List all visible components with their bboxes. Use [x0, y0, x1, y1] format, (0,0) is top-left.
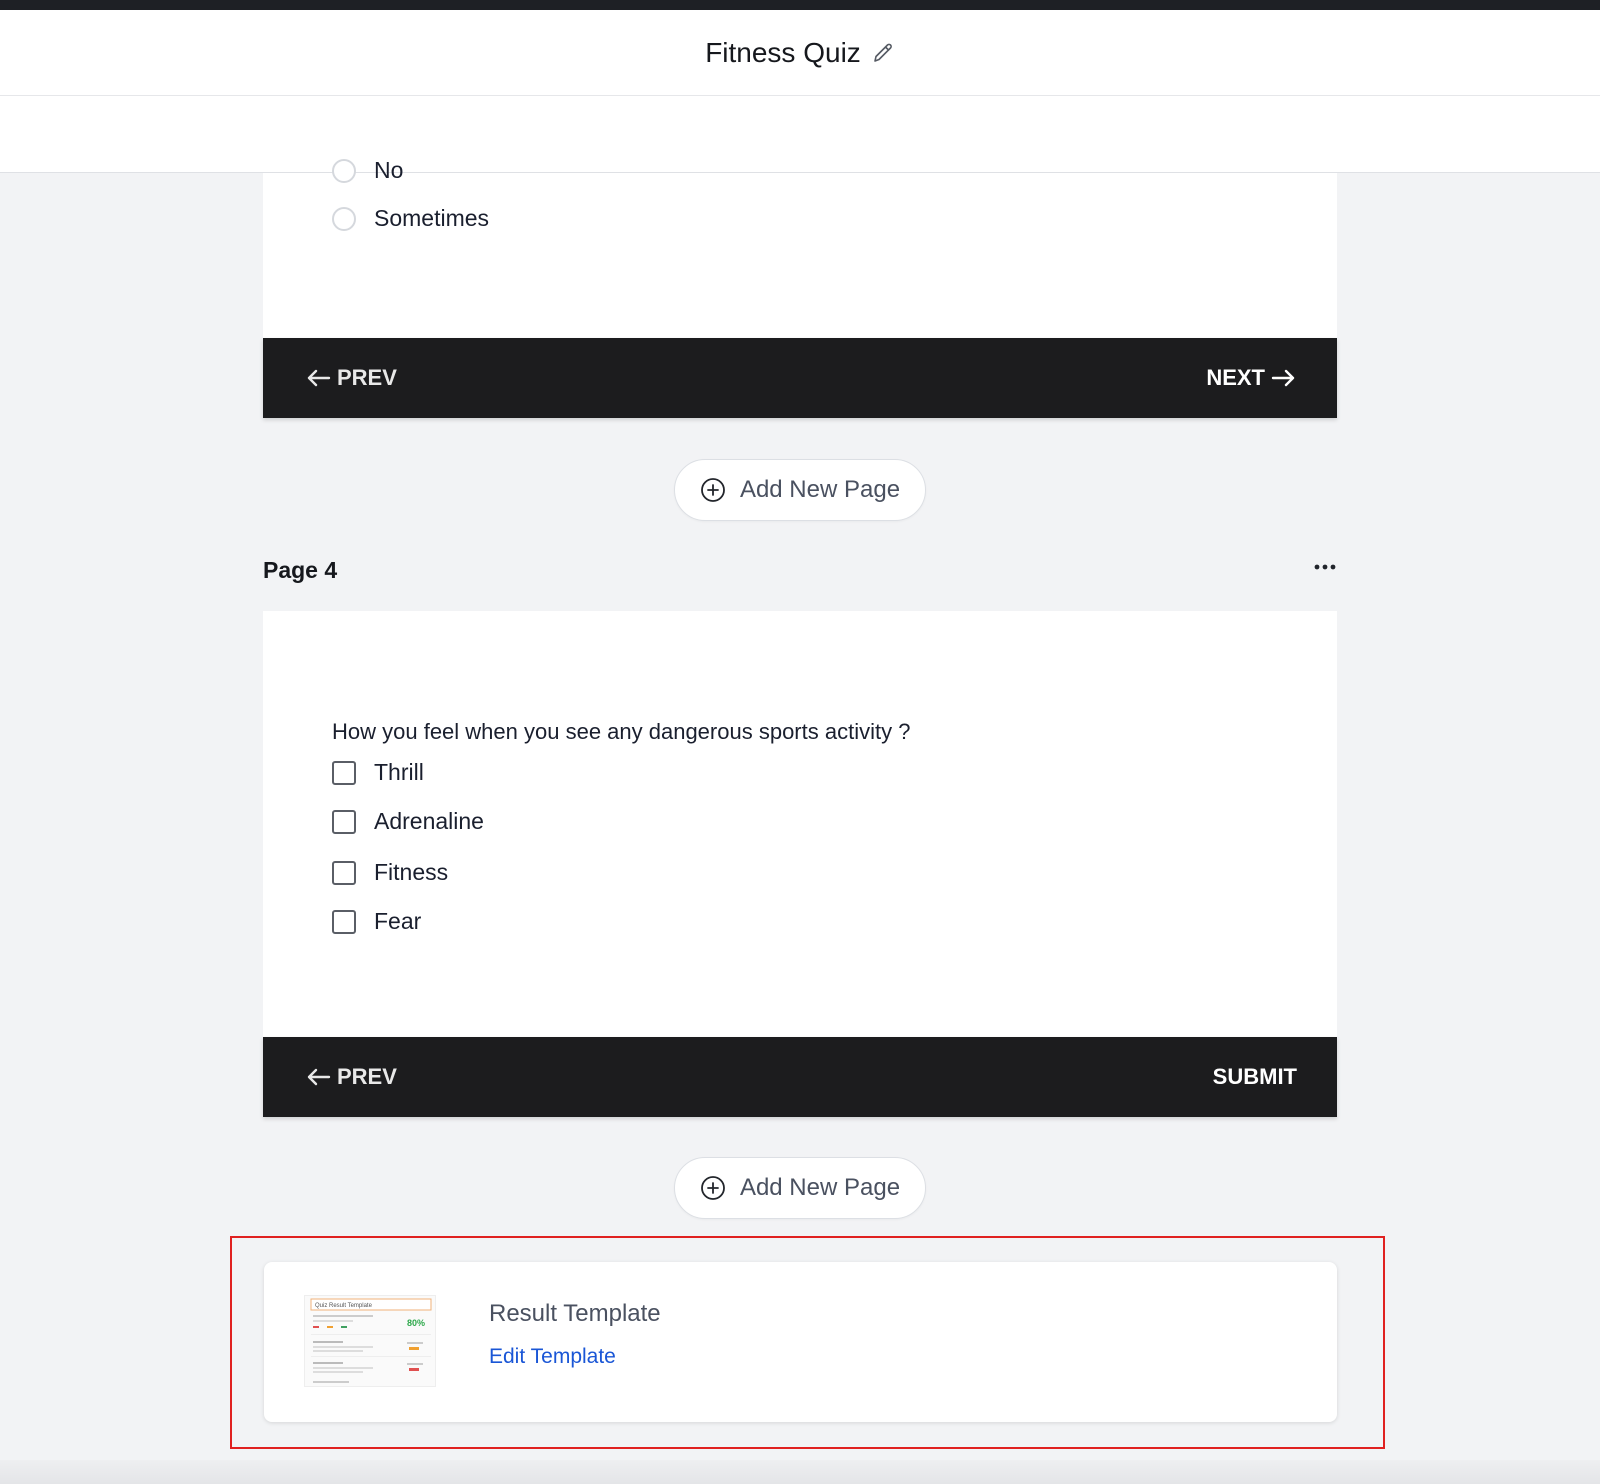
page3-card: No Sometimes — [263, 157, 1337, 338]
option-label: Thrill — [374, 759, 424, 785]
thumbnail-heading: Quiz Result Template — [315, 1303, 373, 1309]
quiz-title: Fitness Quiz — [705, 36, 861, 68]
option-sometimes[interactable]: Sometimes — [332, 205, 489, 232]
radio-button[interactable] — [332, 206, 356, 231]
toolbar-area — [0, 96, 1600, 173]
add-new-page-label: Add New Page — [739, 1174, 901, 1201]
more-horizontal-icon[interactable] — [1310, 560, 1340, 574]
arrow-left-icon — [307, 1068, 331, 1086]
option-fear[interactable]: Fear — [332, 908, 421, 935]
next-button[interactable]: NEXT — [1206, 365, 1297, 391]
radio-button[interactable] — [332, 158, 356, 183]
add-new-page-button[interactable]: Add New Page — [674, 1157, 926, 1219]
result-template-title: Result Template — [489, 1300, 661, 1327]
submit-label: SUBMIT — [1212, 1064, 1297, 1089]
option-label: Fear — [374, 908, 422, 934]
edit-template-link[interactable]: Edit Template — [489, 1345, 616, 1369]
plus-circle-icon — [701, 478, 725, 502]
thumbnail-score: 80% — [407, 1318, 425, 1328]
add-new-page-label: Add New Page — [739, 476, 901, 503]
arrow-right-icon — [1271, 369, 1295, 387]
option-fitness[interactable]: Fitness — [332, 859, 448, 886]
checkbox[interactable] — [332, 760, 356, 785]
prev-button[interactable]: PREV — [305, 1064, 397, 1090]
pencil-icon[interactable] — [871, 41, 895, 65]
prev-label: PREV — [337, 365, 397, 390]
result-template-thumbnail[interactable]: Quiz Result Template 80% — [304, 1295, 436, 1387]
option-label: Fitness — [374, 859, 449, 885]
app-header: Fitness Quiz — [0, 10, 1600, 96]
question-text: How you feel when you see any dangerous … — [332, 719, 911, 744]
result-template-card: Quiz Result Template 80% Result Template… — [264, 1262, 1337, 1422]
next-label: NEXT — [1206, 365, 1265, 390]
option-label: Sometimes — [374, 205, 490, 231]
page-4-label: Page 4 — [263, 557, 338, 583]
add-new-page-button[interactable]: Add New Page — [674, 459, 926, 521]
prev-label: PREV — [337, 1064, 397, 1089]
checkbox[interactable] — [332, 909, 356, 934]
arrow-left-icon — [307, 369, 331, 387]
page4-nav-bar: PREV SUBMIT — [263, 1037, 1337, 1117]
option-no[interactable]: No — [332, 157, 403, 184]
option-label: Adrenaline — [374, 808, 484, 834]
plus-circle-icon — [701, 1176, 725, 1200]
option-thrill[interactable]: Thrill — [332, 759, 424, 786]
option-label: No — [374, 157, 404, 183]
page-bottom-edge — [0, 1460, 1600, 1484]
prev-button[interactable]: PREV — [305, 365, 397, 391]
page3-nav-bar: PREV NEXT — [263, 338, 1337, 418]
checkbox[interactable] — [332, 809, 356, 834]
page4-card: How you feel when you see any dangerous … — [263, 611, 1337, 1037]
window-top-strip — [0, 0, 1600, 10]
checkbox[interactable] — [332, 860, 356, 885]
submit-button[interactable]: SUBMIT — [1213, 1064, 1297, 1090]
option-adrenaline[interactable]: Adrenaline — [332, 808, 484, 835]
